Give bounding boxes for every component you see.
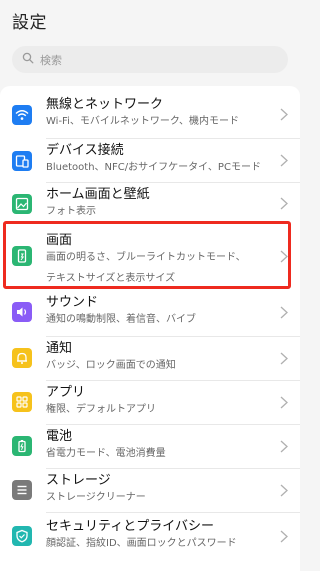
settings-item-subtitle: バッジ、ロック画面での通知 [46,360,176,371]
settings-item-display[interactable]: 画面 画面の明るさ、ブルーライトカットモード、 テキストサイズと表示サイズ [0,226,300,286]
chevron-right-icon [280,306,290,320]
settings-item-security[interactable]: セキュリティとプライバシー 顔認証、指紋ID、画面ロックとパスワード [0,514,300,558]
chevron-right-icon [280,352,290,366]
divider [46,512,300,513]
search-placeholder: 検索 [40,53,62,67]
settings-item-subtitle: Bluetooth、NFC/おサイフケータイ、PCモード [46,162,261,173]
settings-item-label: サウンド [46,295,99,310]
chevron-right-icon [280,108,290,122]
settings-screen: 設定 検索 無線とネットワーク Wi-Fi、モバイルネットワーク、機内モード デ… [0,0,300,571]
settings-item-subtitle: 権限、デフォルトアプリ [46,404,156,415]
chevron-right-icon [280,197,290,211]
battery-icon [12,436,32,456]
wallpaper-icon [12,194,32,214]
settings-item-label: セキュリティとプライバシー [46,519,214,534]
settings-item-label: 無線とネットワーク [46,97,164,112]
shield-icon [12,526,32,546]
chevron-right-icon [280,396,290,410]
settings-item-label: ホーム画面と壁紙 [46,187,150,202]
settings-item-sound[interactable]: サウンド 通知の鳴動制限、着信音、バイブ [0,292,300,332]
chevron-right-icon [280,530,290,544]
sound-icon [12,302,32,322]
settings-item-label: 通知 [46,341,73,356]
settings-item-subtitle-2: テキストサイズと表示サイズ [46,273,176,284]
settings-list: 無線とネットワーク Wi-Fi、モバイルネットワーク、機内モード デバイス接続 … [0,86,300,571]
wifi-icon [12,105,32,125]
apps-icon [12,392,32,412]
chevron-right-icon [280,484,290,498]
settings-item-label: ストレージ [46,473,111,488]
device-connect-icon [12,151,32,171]
settings-item-home-screen[interactable]: ホーム画面と壁紙 フォト表示 [0,182,300,224]
settings-item-subtitle: ストレージクリーナー [46,492,146,503]
settings-item-subtitle: Wi-Fi、モバイルネットワーク、機内モード [46,116,239,127]
chevron-right-icon [280,250,290,264]
settings-item-notifications[interactable]: 通知 バッジ、ロック画面での通知 [0,336,300,380]
settings-item-subtitle: フォト表示 [46,206,96,217]
page-title: 設定 [12,13,47,33]
settings-item-label: 画面 [46,233,73,248]
chevron-right-icon [280,440,290,454]
search-icon [22,52,40,67]
settings-item-subtitle: 通知の鳴動制限、着信音、バイブ [46,314,196,325]
storage-icon [12,480,32,500]
settings-item-label: アプリ [46,385,86,400]
notification-icon [12,348,32,368]
settings-item-subtitle: 顔認証、指紋ID、画面ロックとパスワード [46,538,237,549]
settings-item-subtitle: 省電力モード、電池消費量 [46,448,166,459]
settings-item-wireless[interactable]: 無線とネットワーク Wi-Fi、モバイルネットワーク、機内モード [0,94,300,134]
display-icon [12,246,32,266]
settings-item-subtitle: 画面の明るさ、ブルーライトカットモード、 [46,252,246,263]
settings-item-device-connection[interactable]: デバイス接続 Bluetooth、NFC/おサイフケータイ、PCモード [0,138,300,182]
settings-item-label: 電池 [46,429,73,444]
settings-item-label: デバイス接続 [46,143,124,158]
settings-item-apps[interactable]: アプリ 権限、デフォルトアプリ [0,380,300,424]
search-input[interactable]: 検索 [12,46,288,73]
settings-item-storage[interactable]: ストレージ ストレージクリーナー [0,468,300,512]
chevron-right-icon [280,154,290,168]
settings-item-battery[interactable]: 電池 省電力モード、電池消費量 [0,424,300,468]
